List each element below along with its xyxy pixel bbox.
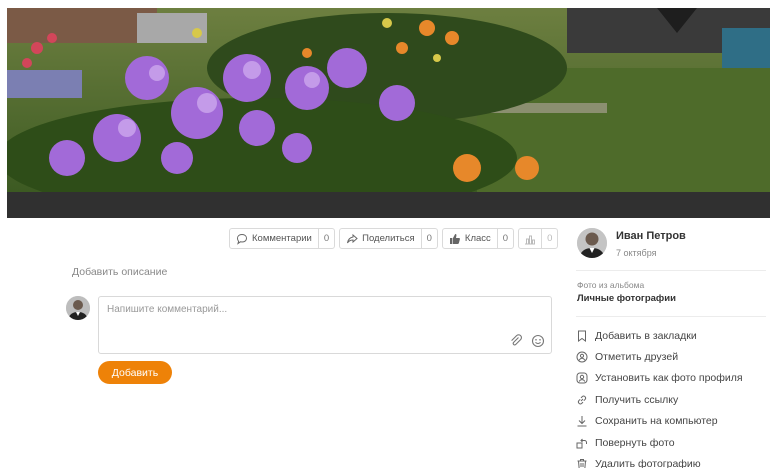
author-name[interactable]: Иван Петров — [616, 230, 686, 242]
comment-input[interactable]: Напишите комментарий... — [98, 296, 552, 354]
share-icon — [347, 233, 358, 243]
share-label: Поделиться — [362, 233, 415, 244]
menu-item-rotate[interactable]: Повернуть фото — [576, 432, 743, 453]
smiley-icon[interactable] — [531, 334, 545, 348]
menu-item-download[interactable]: Сохранить на компьютер — [576, 411, 743, 432]
share-button[interactable]: Поделиться 0 — [339, 228, 438, 249]
photo-options-menu: Добавить в закладки Отметить друзей Уста… — [576, 325, 743, 468]
menu-item-get-link[interactable]: Получить ссылку — [576, 389, 743, 410]
album-link[interactable]: Личные фотографии — [577, 293, 676, 304]
like-count: 0 — [496, 229, 513, 248]
divider — [576, 316, 766, 317]
bookmark-icon — [578, 330, 586, 342]
comments-label: Комментарии — [252, 233, 312, 244]
thumbs-up-icon — [449, 233, 460, 244]
divider — [576, 270, 766, 271]
promote-count: 0 — [541, 229, 557, 248]
link-icon — [577, 395, 587, 405]
photo-viewer-image[interactable] — [7, 8, 770, 193]
menu-item-label: Добавить в закладки — [595, 329, 697, 342]
share-count: 0 — [420, 229, 437, 248]
author-avatar[interactable] — [577, 228, 607, 258]
comments-button[interactable]: Комментарии 0 — [229, 228, 336, 249]
menu-item-label: Отметить друзей — [595, 351, 679, 364]
menu-item-label: Удалить фотографию — [595, 458, 701, 468]
menu-item-bookmark[interactable]: Добавить в закладки — [576, 325, 743, 346]
menu-item-label: Повернуть фото — [595, 436, 675, 449]
menu-item-tag-friends[interactable]: Отметить друзей — [576, 346, 743, 367]
current-user-avatar — [66, 296, 90, 320]
photo-actions: Комментарии 0 Поделиться 0 Класс 0 0 — [229, 228, 559, 249]
attach-icon[interactable] — [509, 334, 523, 348]
tag-friends-icon — [576, 351, 588, 363]
photo-bottom-bar — [7, 192, 770, 218]
promote-button[interactable]: 0 — [518, 228, 559, 249]
comment-icon — [236, 233, 248, 245]
download-icon — [577, 416, 587, 427]
comment-placeholder: Напишите комментарий... — [107, 304, 228, 315]
promote-icon — [525, 235, 536, 244]
photo-date: 7 октября — [616, 248, 657, 258]
comments-count: 0 — [317, 229, 334, 248]
menu-item-delete[interactable]: Удалить фотографию — [576, 453, 743, 468]
menu-item-set-profile-photo[interactable]: Установить как фото профиля — [576, 368, 743, 389]
add-comment-button[interactable]: Добавить — [98, 361, 172, 384]
trash-icon — [577, 459, 587, 468]
menu-item-label: Сохранить на компьютер — [595, 415, 718, 428]
profile-photo-icon — [576, 372, 588, 384]
menu-item-label: Установить как фото профиля — [595, 372, 743, 385]
like-label: Класс — [464, 233, 491, 244]
album-caption: Фото из альбома — [577, 280, 645, 290]
like-button[interactable]: Класс 0 — [441, 228, 515, 249]
menu-item-label: Получить ссылку — [595, 393, 679, 406]
add-description-link[interactable]: Добавить описание — [72, 266, 167, 278]
rotate-icon — [576, 438, 587, 449]
